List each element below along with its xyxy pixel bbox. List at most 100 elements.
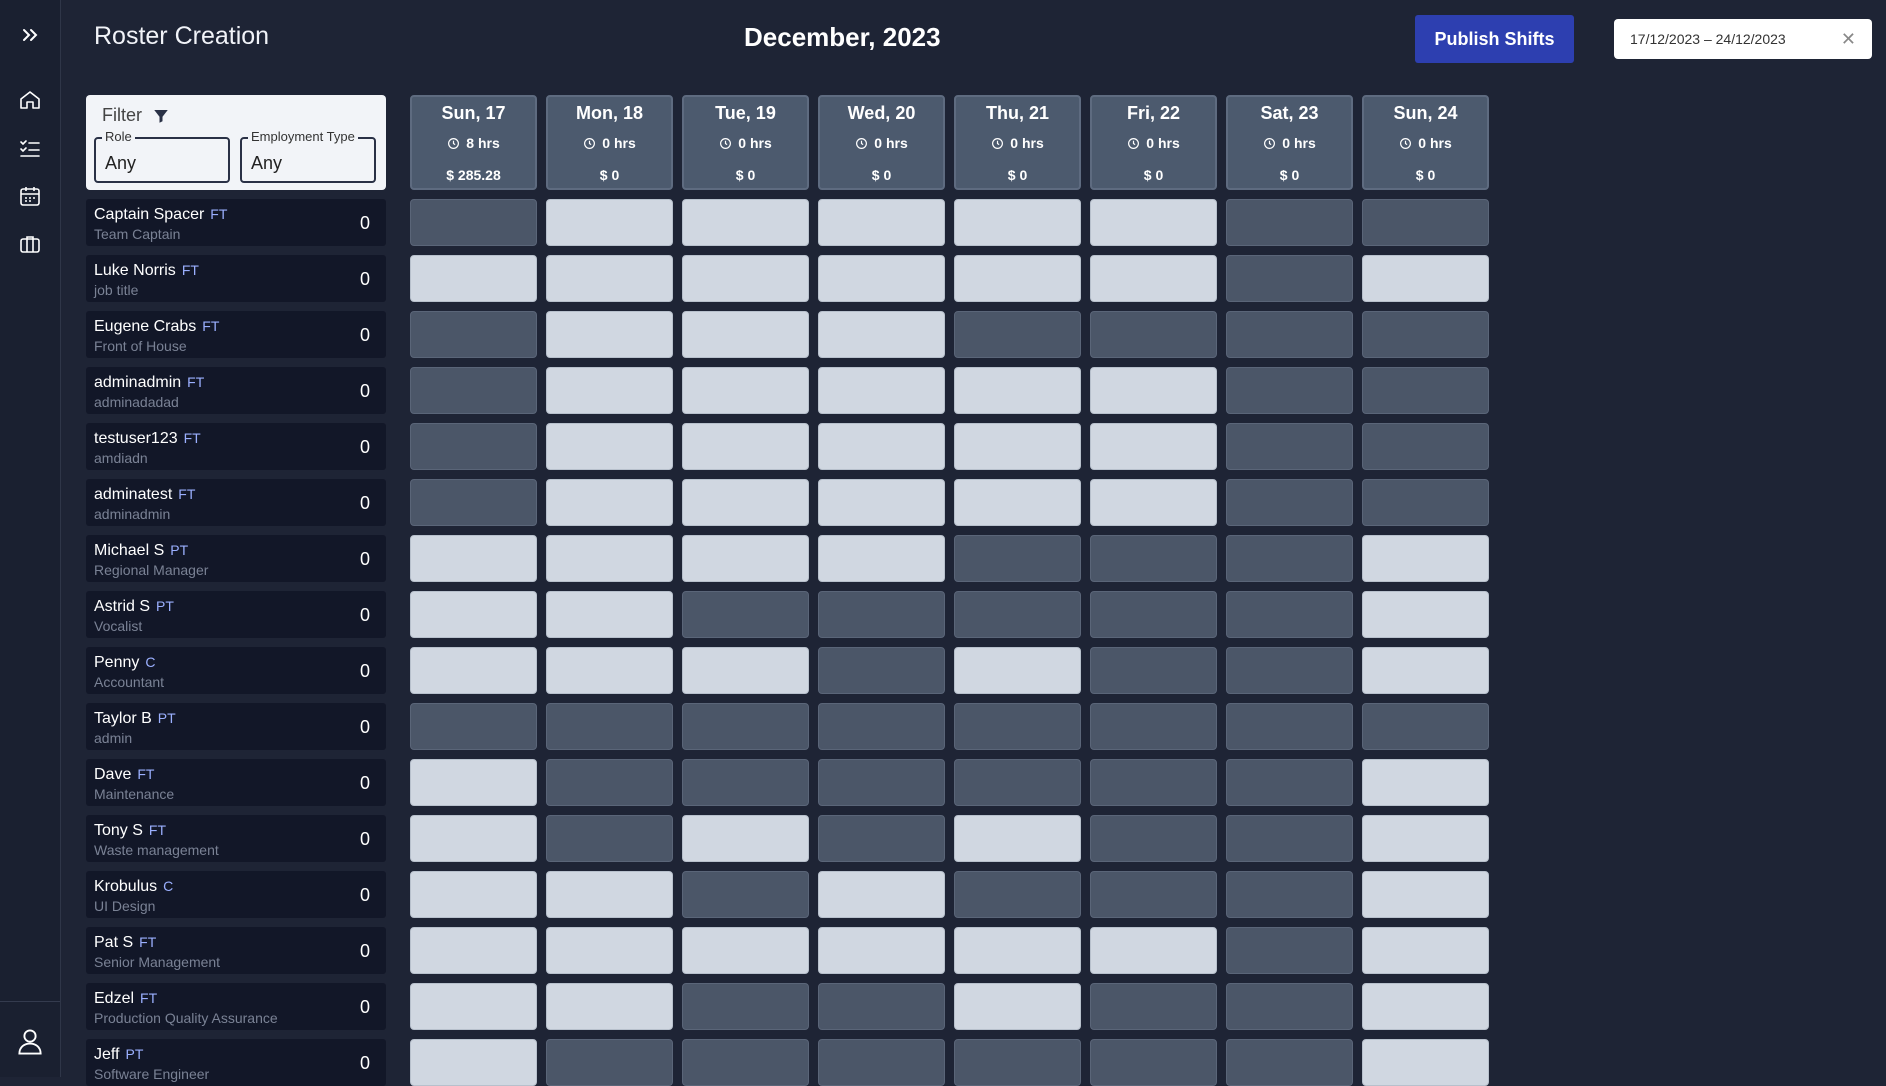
- clear-icon[interactable]: ✕: [1841, 29, 1856, 50]
- shift-cell-unavailable[interactable]: [1090, 815, 1217, 862]
- shift-cell-available[interactable]: [1090, 423, 1217, 470]
- expand-sidebar-button[interactable]: [15, 20, 45, 50]
- shift-cell-available[interactable]: [410, 815, 537, 862]
- shift-cell-available[interactable]: [1362, 647, 1489, 694]
- shift-cell-available[interactable]: [682, 479, 809, 526]
- shift-cell-unavailable[interactable]: [818, 759, 945, 806]
- shift-cell-unavailable[interactable]: [1090, 311, 1217, 358]
- shift-cell-unavailable[interactable]: [818, 703, 945, 750]
- employee-row[interactable]: Taylor B PT admin 0: [86, 703, 386, 750]
- employee-row[interactable]: Astrid S PT Vocalist 0: [86, 591, 386, 638]
- shift-cell-available[interactable]: [818, 311, 945, 358]
- shift-cell-unavailable[interactable]: [410, 311, 537, 358]
- shift-cell-available[interactable]: [546, 591, 673, 638]
- shift-cell-unavailable[interactable]: [818, 1039, 945, 1086]
- shift-cell-available[interactable]: [682, 255, 809, 302]
- employment-type-select[interactable]: Employment Type Any: [240, 129, 376, 183]
- shift-cell-available[interactable]: [546, 199, 673, 246]
- shift-cell-unavailable[interactable]: [682, 1039, 809, 1086]
- shift-cell-unavailable[interactable]: [1362, 199, 1489, 246]
- shift-cell-unavailable[interactable]: [1226, 311, 1353, 358]
- shift-cell-available[interactable]: [546, 311, 673, 358]
- shift-cell-unavailable[interactable]: [1226, 591, 1353, 638]
- shift-cell-available[interactable]: [546, 535, 673, 582]
- shift-cell-unavailable[interactable]: [1362, 367, 1489, 414]
- shift-cell-available[interactable]: [1090, 255, 1217, 302]
- shift-cell-available[interactable]: [1090, 367, 1217, 414]
- employee-row[interactable]: Luke Norris FT job title 0: [86, 255, 386, 302]
- shift-cell-unavailable[interactable]: [1090, 871, 1217, 918]
- shift-cell-available[interactable]: [410, 871, 537, 918]
- shift-cell-unavailable[interactable]: [1226, 983, 1353, 1030]
- shift-cell-available[interactable]: [410, 759, 537, 806]
- shift-cell-unavailable[interactable]: [1090, 591, 1217, 638]
- shift-cell-available[interactable]: [954, 255, 1081, 302]
- shift-cell-unavailable[interactable]: [954, 535, 1081, 582]
- shift-cell-available[interactable]: [1090, 927, 1217, 974]
- shift-cell-available[interactable]: [954, 479, 1081, 526]
- employee-row[interactable]: Pat S FT Senior Management 0: [86, 927, 386, 974]
- employee-row[interactable]: Penny C Accountant 0: [86, 647, 386, 694]
- shift-cell-available[interactable]: [1362, 535, 1489, 582]
- employee-row[interactable]: testuser123 FT amdiadn 0: [86, 423, 386, 470]
- shift-cell-unavailable[interactable]: [1226, 1039, 1353, 1086]
- shift-cell-unavailable[interactable]: [1226, 535, 1353, 582]
- shift-cell-unavailable[interactable]: [546, 703, 673, 750]
- shift-cell-available[interactable]: [818, 367, 945, 414]
- shift-cell-unavailable[interactable]: [954, 703, 1081, 750]
- employee-row[interactable]: Krobulus C UI Design 0: [86, 871, 386, 918]
- shift-cell-available[interactable]: [546, 647, 673, 694]
- shift-cell-available[interactable]: [818, 255, 945, 302]
- shift-cell-unavailable[interactable]: [410, 199, 537, 246]
- shift-cell-available[interactable]: [1090, 479, 1217, 526]
- shift-cell-available[interactable]: [546, 927, 673, 974]
- shift-cell-unavailable[interactable]: [954, 311, 1081, 358]
- shift-cell-unavailable[interactable]: [1090, 1039, 1217, 1086]
- employee-row[interactable]: Michael S PT Regional Manager 0: [86, 535, 386, 582]
- shift-cell-available[interactable]: [1090, 199, 1217, 246]
- shift-cell-unavailable[interactable]: [410, 479, 537, 526]
- shift-cell-available[interactable]: [1362, 927, 1489, 974]
- shift-cell-unavailable[interactable]: [1090, 703, 1217, 750]
- shift-cell-available[interactable]: [410, 927, 537, 974]
- shift-cell-unavailable[interactable]: [1362, 311, 1489, 358]
- shift-cell-unavailable[interactable]: [954, 591, 1081, 638]
- shift-cell-unavailable[interactable]: [682, 983, 809, 1030]
- shift-cell-available[interactable]: [410, 535, 537, 582]
- shift-cell-available[interactable]: [1362, 815, 1489, 862]
- shift-cell-available[interactable]: [954, 423, 1081, 470]
- shift-cell-available[interactable]: [818, 199, 945, 246]
- shift-cell-available[interactable]: [954, 647, 1081, 694]
- shift-cell-available[interactable]: [546, 423, 673, 470]
- shift-cell-available[interactable]: [682, 311, 809, 358]
- shift-cell-available[interactable]: [546, 367, 673, 414]
- shift-cell-available[interactable]: [1362, 255, 1489, 302]
- shift-cell-available[interactable]: [410, 255, 537, 302]
- shift-cell-unavailable[interactable]: [546, 1039, 673, 1086]
- shift-cell-unavailable[interactable]: [1226, 423, 1353, 470]
- shift-cell-available[interactable]: [546, 983, 673, 1030]
- nav-tasks[interactable]: [15, 133, 45, 163]
- shift-cell-available[interactable]: [1362, 871, 1489, 918]
- role-select[interactable]: Role Any: [94, 129, 230, 183]
- shift-cell-unavailable[interactable]: [1362, 479, 1489, 526]
- nav-calendar[interactable]: [15, 181, 45, 211]
- shift-cell-unavailable[interactable]: [1362, 703, 1489, 750]
- shift-cell-unavailable[interactable]: [682, 759, 809, 806]
- shift-cell-unavailable[interactable]: [818, 983, 945, 1030]
- shift-cell-available[interactable]: [954, 815, 1081, 862]
- shift-cell-available[interactable]: [546, 871, 673, 918]
- shift-cell-available[interactable]: [818, 423, 945, 470]
- shift-cell-available[interactable]: [682, 815, 809, 862]
- employee-row[interactable]: adminatest FT adminadmin 0: [86, 479, 386, 526]
- shift-cell-unavailable[interactable]: [410, 367, 537, 414]
- publish-shifts-button[interactable]: Publish Shifts: [1415, 15, 1574, 63]
- shift-cell-available[interactable]: [1362, 983, 1489, 1030]
- shift-cell-available[interactable]: [546, 479, 673, 526]
- shift-cell-unavailable[interactable]: [818, 647, 945, 694]
- shift-cell-unavailable[interactable]: [410, 703, 537, 750]
- shift-cell-available[interactable]: [954, 927, 1081, 974]
- shift-cell-unavailable[interactable]: [1226, 815, 1353, 862]
- shift-cell-unavailable[interactable]: [1090, 983, 1217, 1030]
- shift-cell-unavailable[interactable]: [410, 423, 537, 470]
